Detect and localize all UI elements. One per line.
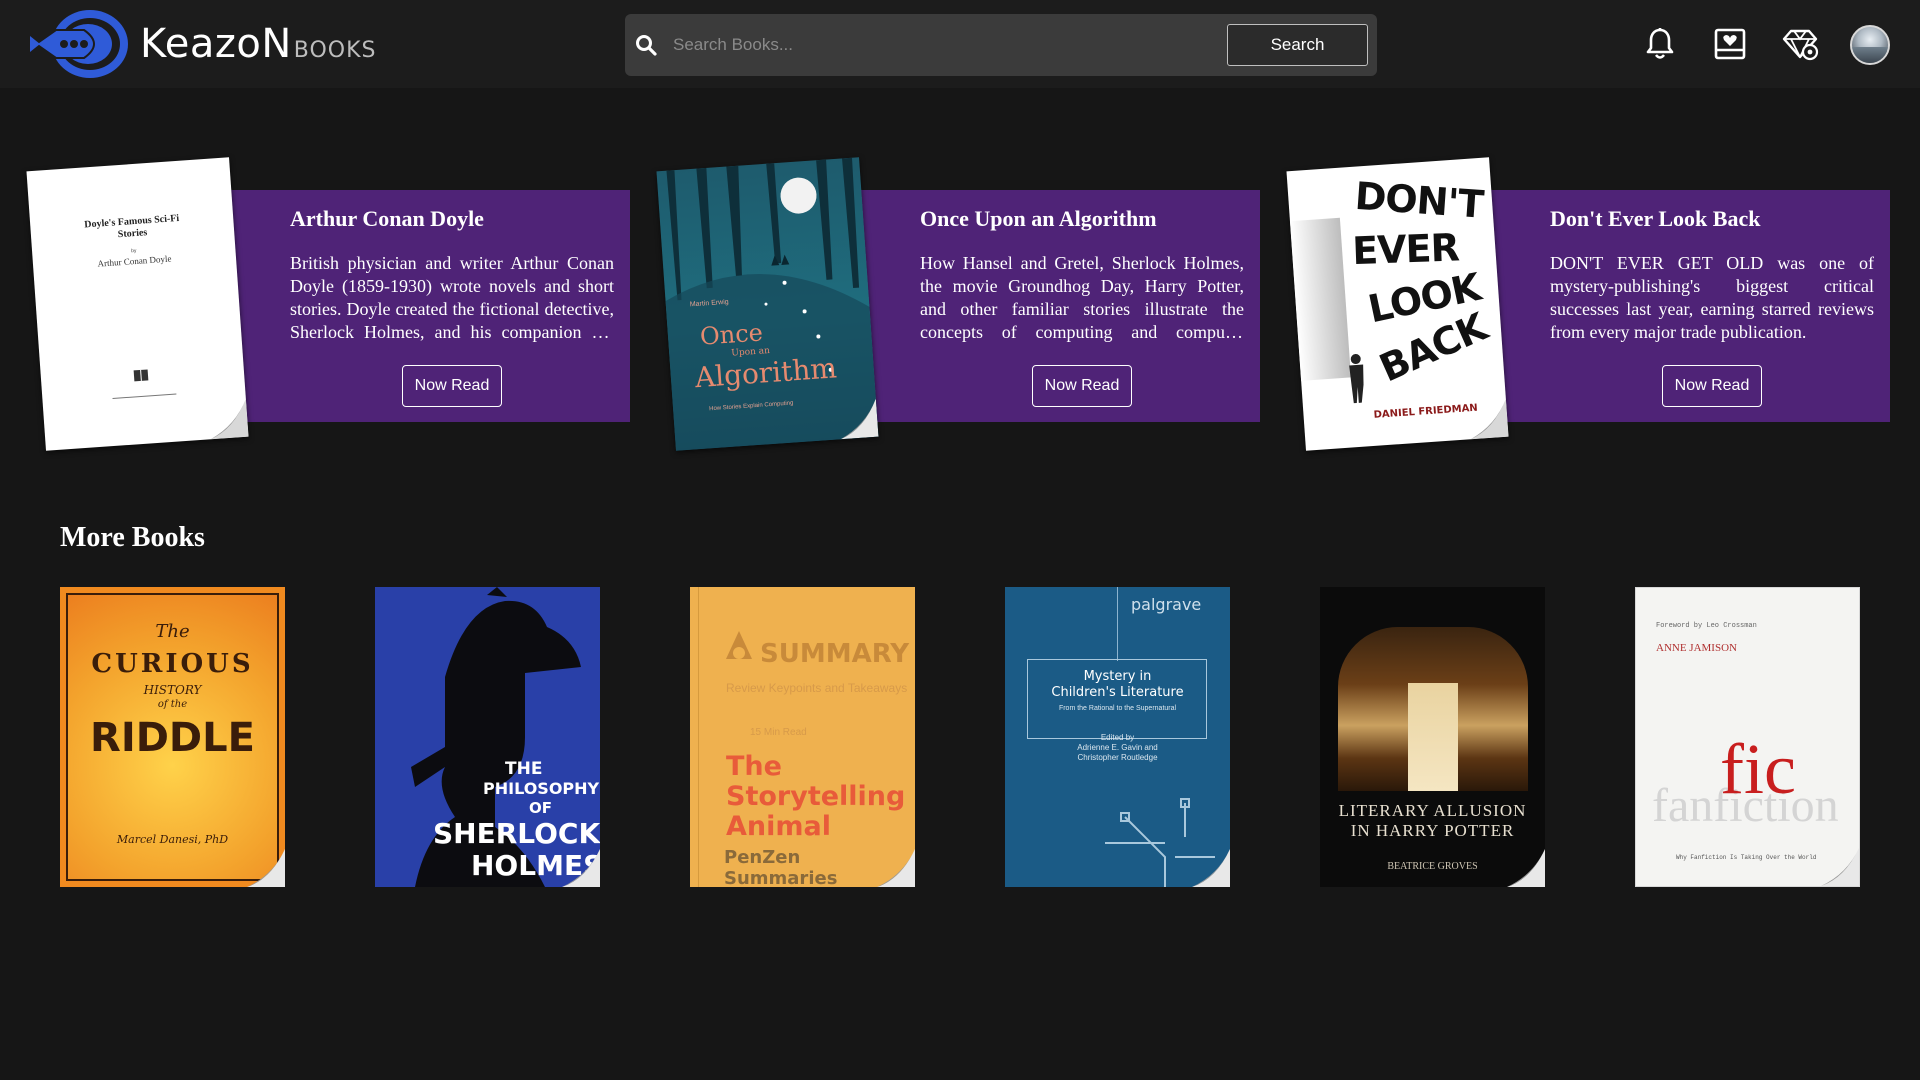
rocket-logo-icon <box>30 10 128 78</box>
cover-word-2: EVER <box>1351 225 1460 274</box>
page-curl-icon <box>1507 849 1545 887</box>
cover-publisher: palgrave <box>1131 595 1202 614</box>
bell-icon <box>1646 28 1674 59</box>
summary-logo-icon <box>726 631 752 659</box>
page-curl-icon <box>1470 398 1509 440</box>
page-curl-icon <box>562 849 600 887</box>
cover-summary: SUMMARY <box>760 639 910 669</box>
cover-title-line1: Mystery in <box>1083 669 1152 684</box>
section-title-more-books: More Books <box>60 522 205 553</box>
cover-word-the: The <box>155 621 190 642</box>
cover-title-line1: The <box>726 751 782 782</box>
top-navbar: KeazoN BOOKS Search <box>0 0 1920 88</box>
search-bar: Search <box>625 14 1377 76</box>
featured-cover-1[interactable]: Doyle's Famous Sci-Fi Stories by Arthur … <box>26 157 249 451</box>
cover-keypoints: Review Keypoints and Takeaways <box>726 681 908 695</box>
book-card-3[interactable]: SUMMARY Review Keypoints and Takeaways 1… <box>690 587 915 887</box>
book-card-4[interactable]: palgrave Mystery in Children's Literatur… <box>1005 587 1230 887</box>
user-avatar[interactable] <box>1850 25 1890 65</box>
cover-edited-by: Edited by <box>1100 733 1135 742</box>
favorites-button[interactable] <box>1710 24 1750 64</box>
now-read-button[interactable]: Now Read <box>1032 365 1132 407</box>
cover-word-the: THE <box>505 759 543 779</box>
page-curl-icon <box>1821 848 1859 886</box>
cover-word-1: DON'T <box>1353 173 1485 227</box>
cover-title-line3: Animal <box>726 811 831 842</box>
search-icon <box>636 35 657 56</box>
featured-title: Once Upon an Algorithm <box>920 206 1157 231</box>
cover-word-ofthe: of the <box>157 699 188 710</box>
cover-publisher-line <box>42 381 245 395</box>
book-card-1[interactable]: The CURIOUS HISTORY of the RIDDLE Marcel… <box>60 587 285 887</box>
cover-title-line1: LITERARY ALLUSION <box>1338 801 1527 820</box>
featured-title: Arthur Conan Doyle <box>290 206 484 231</box>
cover-editor-2: Christopher Routledge <box>1077 753 1158 762</box>
cover-title-line2: Children's Literature <box>1051 685 1184 700</box>
now-read-button[interactable]: Now Read <box>1662 365 1762 407</box>
premium-button[interactable] <box>1780 24 1820 64</box>
logo-subtext: BOOKS <box>293 37 377 63</box>
cover-word-history: HISTORY <box>143 683 202 697</box>
cover-title: fic <box>1720 729 1796 809</box>
diamond-settings-icon <box>1782 29 1819 61</box>
book-card-5[interactable]: LITERARY ALLUSION IN HARRY POTTER BEATRI… <box>1320 587 1545 887</box>
featured-card-1: Doyle's Famous Sci-Fi Stories by Arthur … <box>26 157 630 451</box>
cover-subtitle: Why Fanfiction Is Taking Over the World <box>1676 854 1817 861</box>
featured-title: Don't Ever Look Back <box>1550 206 1761 231</box>
cover-title-line2: Storytelling <box>726 781 906 812</box>
search-input[interactable] <box>673 26 1233 64</box>
now-read-button[interactable]: Now Read <box>402 365 502 407</box>
cover-title-line1: Once <box>699 318 764 351</box>
page-curl-icon <box>210 398 249 440</box>
cover-foreword: Foreword by Leo Crossman <box>1656 622 1757 630</box>
book-card-2[interactable]: THE PHILOSOPHY OF SHERLOCK HOLMES <box>375 587 600 887</box>
heart-inbox-icon <box>1714 28 1746 60</box>
cover-author: DANIEL FRIEDMAN <box>1373 402 1479 421</box>
search-button[interactable]: Search <box>1227 24 1368 66</box>
man-silhouette-icon <box>1349 354 1364 404</box>
featured-card-3: DON'T EVER LOOK BACK DANIEL FRIEDMAN Don… <box>1286 157 1890 451</box>
page-curl-icon <box>1192 849 1230 887</box>
cover-word-philosophy: PHILOSOPHY <box>483 779 600 798</box>
library-hallway <box>1408 683 1458 791</box>
logo[interactable]: KeazoN BOOKS <box>28 8 376 80</box>
featured-description: British physician and writer Arthur Cona… <box>290 253 614 346</box>
cover-rule <box>112 393 177 399</box>
featured-cover-3[interactable]: DON'T EVER LOOK BACK DANIEL FRIEDMAN <box>1286 157 1509 451</box>
book-card-6[interactable]: Foreword by Leo Crossman ANNE JAMISON fa… <box>1635 587 1860 887</box>
cover-subtitle: From the Rational to the Supernatural <box>1058 705 1177 712</box>
notifications-button[interactable] <box>1640 24 1680 64</box>
cover-author: ANNE JAMISON <box>1656 642 1737 654</box>
cover-rule <box>1117 587 1118 661</box>
page-curl-icon <box>877 849 915 887</box>
featured-card-2: Martin Erwig Once Upon an Algorithm How … <box>656 157 1260 451</box>
cover-editor-1: Adrienne E. Gavin and <box>1077 743 1158 752</box>
page-curl-icon <box>247 849 285 887</box>
cover-word-curious: CURIOUS <box>91 649 254 679</box>
publisher-logo-icon <box>133 369 149 382</box>
cover-word-riddle: RIDDLE <box>90 715 255 761</box>
logo-text: KeazoN <box>140 21 292 67</box>
featured-description: How Hansel and Gretel, Sherlock Holmes, … <box>920 253 1244 346</box>
cover-shadow-text <box>1289 217 1352 381</box>
cover-title: Doyle's Famous Sci-Fi Stories <box>83 212 180 241</box>
page-curl-icon <box>840 398 879 440</box>
cover-rule <box>698 587 699 887</box>
cover-word-of: OF <box>529 799 552 817</box>
cover-title-line2: IN HARRY POTTER <box>1350 821 1515 840</box>
cover-read-time: 15 Min Read <box>750 727 807 738</box>
featured-cover-2[interactable]: Martin Erwig Once Upon an Algorithm How … <box>656 157 879 451</box>
featured-description: DON'T EVER GET OLD was one of mystery-pu… <box>1550 253 1874 342</box>
